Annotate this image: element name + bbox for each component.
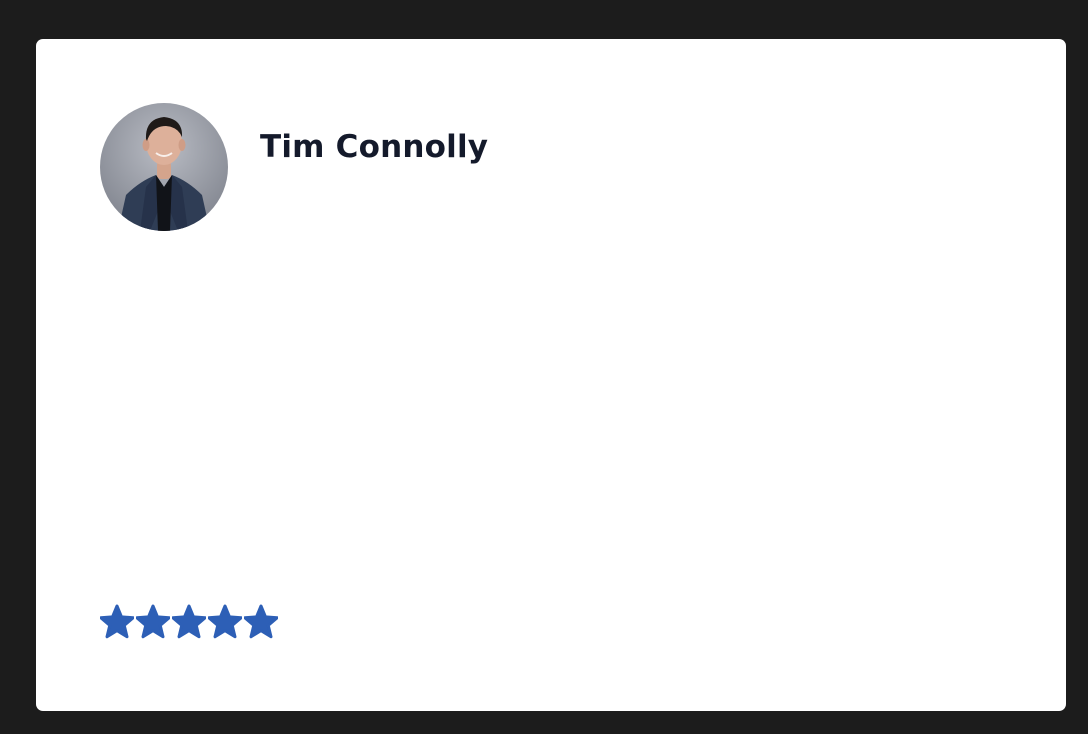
person-photo-icon	[100, 103, 228, 231]
star-icon	[208, 604, 242, 639]
avatar	[100, 103, 228, 231]
reviewer-name: Tim Connolly	[260, 129, 489, 165]
star-icon	[100, 604, 134, 639]
star-icon	[172, 604, 206, 639]
star-rating	[100, 604, 278, 640]
star-icon	[244, 604, 278, 639]
star-icon	[136, 604, 170, 639]
review-card: Tim Connolly	[36, 39, 1066, 711]
